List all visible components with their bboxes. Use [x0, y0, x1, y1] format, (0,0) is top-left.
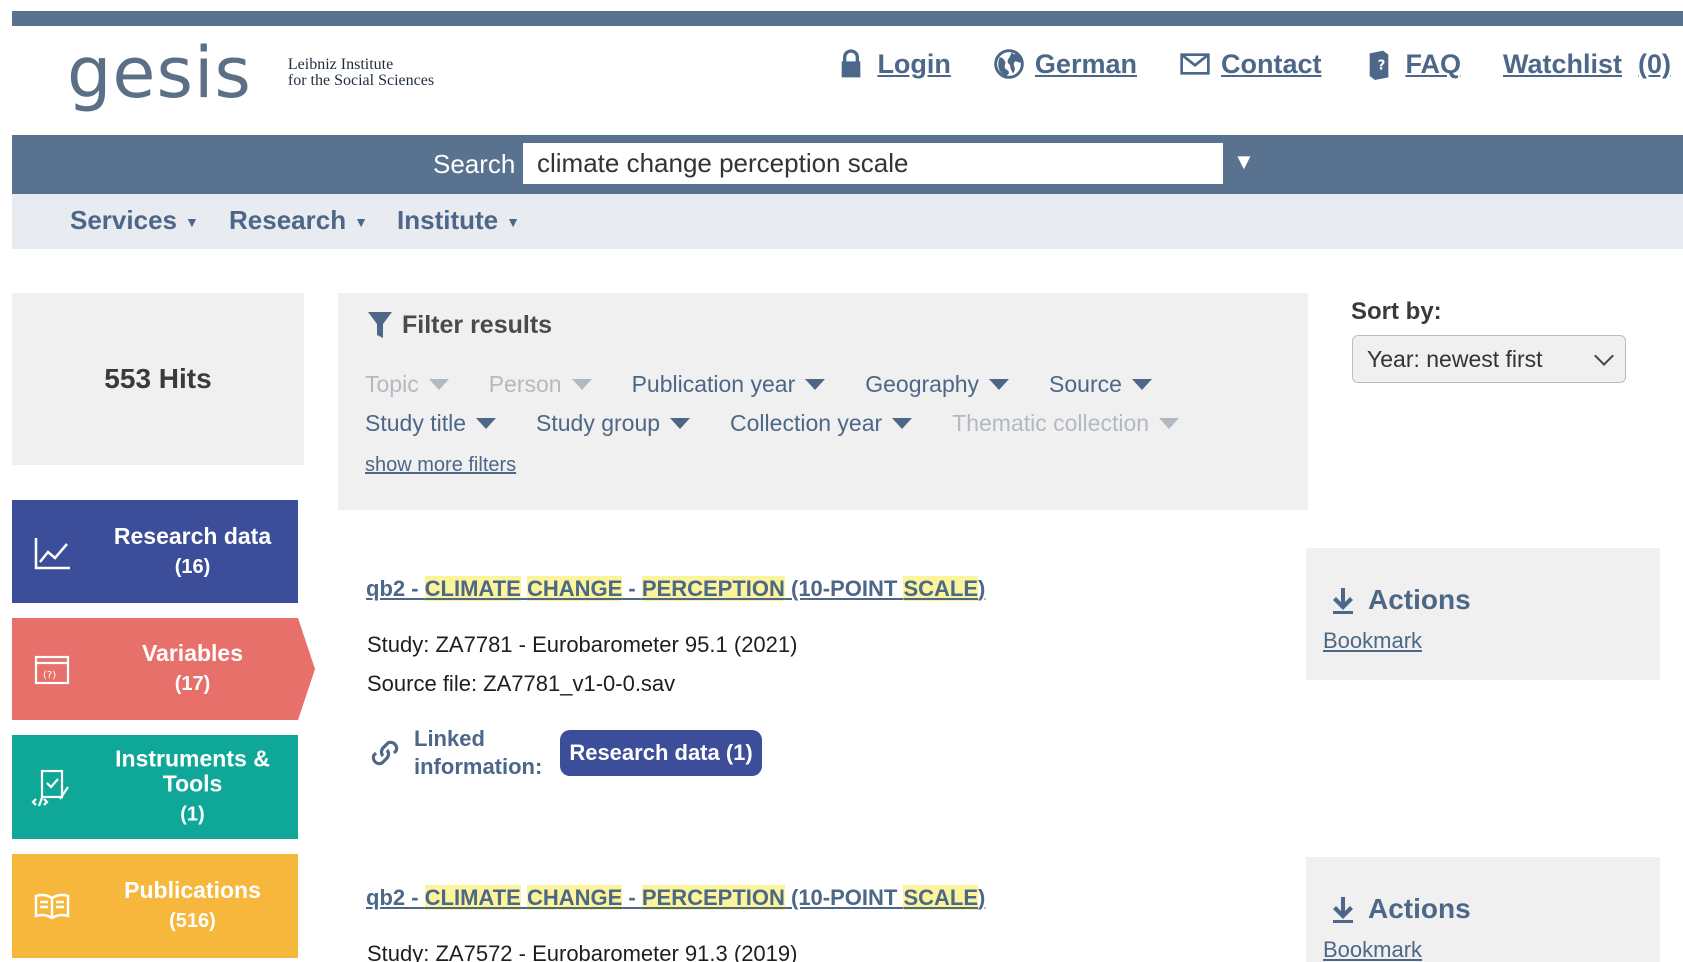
link-icon [371, 740, 399, 766]
filter-row-2: Study title Study group Collection year … [365, 410, 1219, 437]
filter-publication-year[interactable]: Publication year [632, 371, 826, 398]
login-label: Login [877, 48, 951, 79]
nav-item-research[interactable]: Research ▼ [229, 205, 368, 236]
filter-geography[interactable]: Geography [865, 371, 1010, 398]
funnel-icon [368, 311, 392, 338]
download-arrow-icon [1333, 897, 1353, 923]
result-study: Study: ZA7781 - Eurobarometer 95.1 (2021… [367, 632, 798, 657]
logo-wordmark: gesis [67, 32, 252, 114]
language-label: German [1034, 48, 1137, 79]
book-icon [34, 893, 70, 920]
faq-label: FAQ [1405, 48, 1461, 79]
actions-panel: Actions Bookmark [1306, 857, 1660, 962]
filter-study-title[interactable]: Study title [365, 410, 496, 437]
top-accent-strip [12, 11, 1683, 26]
caret-down-icon: ▼ [184, 214, 199, 231]
result-source-file: Source file: ZA7781_v1-0-0.sav [367, 671, 676, 696]
filter-title: Filter results [368, 311, 552, 340]
watchlist-count: (0) [1638, 48, 1671, 79]
watchlist-label: Watchlist [1502, 48, 1622, 79]
filter-row-1: Topic Person Publication year Geography … [365, 371, 1192, 398]
watchlist-link[interactable]: Watchlist (0) [1503, 49, 1671, 80]
dropdown-arrow-icon [989, 379, 1010, 390]
sort-selected-value: Year: newest first [1367, 345, 1543, 372]
bookmark-link[interactable]: Bookmark [1323, 937, 1422, 962]
variable-icon: (?) [34, 655, 70, 685]
search-label: Search [433, 149, 516, 179]
category-label: Research data (16) [113, 522, 272, 578]
hits-count: 553 Hits [104, 363, 212, 394]
sort-label: Sort by: [1351, 298, 1442, 325]
faq-book-icon: ? [1370, 50, 1389, 80]
lock-icon [842, 49, 861, 78]
filter-thematic-collection[interactable]: Thematic collection [952, 410, 1180, 437]
actions-panel: Actions Bookmark [1306, 548, 1660, 680]
hits-summary: 553 Hits [12, 293, 304, 465]
result-title[interactable]: qb2 - CLIMATE CHANGE - PERCEPTION (10-PO… [366, 885, 985, 911]
globe-icon [994, 49, 1024, 79]
svg-text:?: ? [1378, 58, 1386, 73]
gesis-logo[interactable]: gesis Leibniz Institute for the Social S… [67, 38, 434, 108]
svg-text:(?): (?) [43, 670, 56, 681]
dropdown-arrow-icon [476, 418, 496, 429]
nav-item-institute[interactable]: Institute ▼ [397, 205, 520, 236]
filter-person[interactable]: Person [489, 371, 592, 398]
download-arrow-icon [1333, 588, 1353, 614]
linked-information-label: Linked information: [414, 726, 543, 779]
caret-down-icon: ▼ [354, 214, 368, 231]
category-publications[interactable]: Publications (516) [12, 854, 298, 958]
chevron-down-icon [1594, 346, 1614, 366]
filter-study-group[interactable]: Study group [536, 410, 691, 437]
contact-label: Contact [1220, 48, 1322, 79]
site-header: gesis Leibniz Institute for the Social S… [12, 26, 1683, 135]
contact-link[interactable]: Contact [1179, 48, 1322, 80]
search-options-toggle[interactable]: ▼ [1233, 149, 1255, 175]
linked-research-data-button[interactable]: Research data (1) [560, 730, 762, 776]
filter-collection-year[interactable]: Collection year [730, 410, 913, 437]
dropdown-arrow-icon [571, 379, 592, 390]
dropdown-arrow-icon [805, 379, 826, 390]
dropdown-arrow-icon [892, 418, 913, 429]
dropdown-arrow-icon [670, 418, 691, 429]
show-more-filters-link[interactable]: show more filters [365, 454, 516, 477]
caret-down-icon: ▼ [506, 214, 520, 231]
dropdown-arrow-icon [1159, 418, 1180, 429]
nav-item-services[interactable]: Services ▼ [70, 205, 199, 236]
filter-source[interactable]: Source [1049, 371, 1152, 398]
actions-heading: Actions [1332, 584, 1471, 616]
sort-select[interactable]: Year: newest first [1352, 335, 1626, 383]
faq-link[interactable]: ? FAQ [1363, 48, 1461, 80]
category-instruments-tools[interactable]: Instruments & Tools (1) [12, 735, 298, 839]
category-label: Publications (516) [124, 877, 261, 933]
category-label: Instruments & Tools (1) [115, 745, 270, 826]
clipboard-code-icon [31, 769, 69, 807]
actions-heading: Actions [1332, 893, 1471, 925]
filter-topic[interactable]: Topic [365, 371, 449, 398]
search-input[interactable] [523, 143, 1223, 184]
bookmark-link[interactable]: Bookmark [1323, 628, 1422, 654]
chart-line-icon [34, 537, 70, 569]
dropdown-arrow-icon [1131, 379, 1152, 390]
result-study: Study: ZA7572 - Eurobarometer 91.3 (2019… [367, 941, 798, 962]
result-title[interactable]: qb2 - CLIMATE CHANGE - PERCEPTION (10-PO… [366, 576, 985, 602]
category-label: Variables (17) [141, 640, 244, 696]
category-research-data[interactable]: Research data (16) [12, 500, 298, 603]
logo-tagline: Leibniz Institute for the Social Science… [287, 56, 435, 89]
main-nav: Services ▼ Research ▼ Institute ▼ [12, 194, 1683, 249]
search-bar: Search ▼ [12, 135, 1683, 194]
category-variables[interactable]: (?) Variables (17) [12, 618, 315, 720]
top-links: Login German Contact ? FAQ Watchlist (0) [835, 48, 1671, 80]
dropdown-arrow-icon [428, 379, 449, 390]
linked-information: Linked information: Research data (1) [366, 725, 762, 781]
filter-panel: Filter results Topic Person Publication … [338, 293, 1308, 510]
envelope-icon [1180, 53, 1210, 75]
login-link[interactable]: Login [835, 48, 951, 80]
language-link[interactable]: German [993, 48, 1137, 80]
